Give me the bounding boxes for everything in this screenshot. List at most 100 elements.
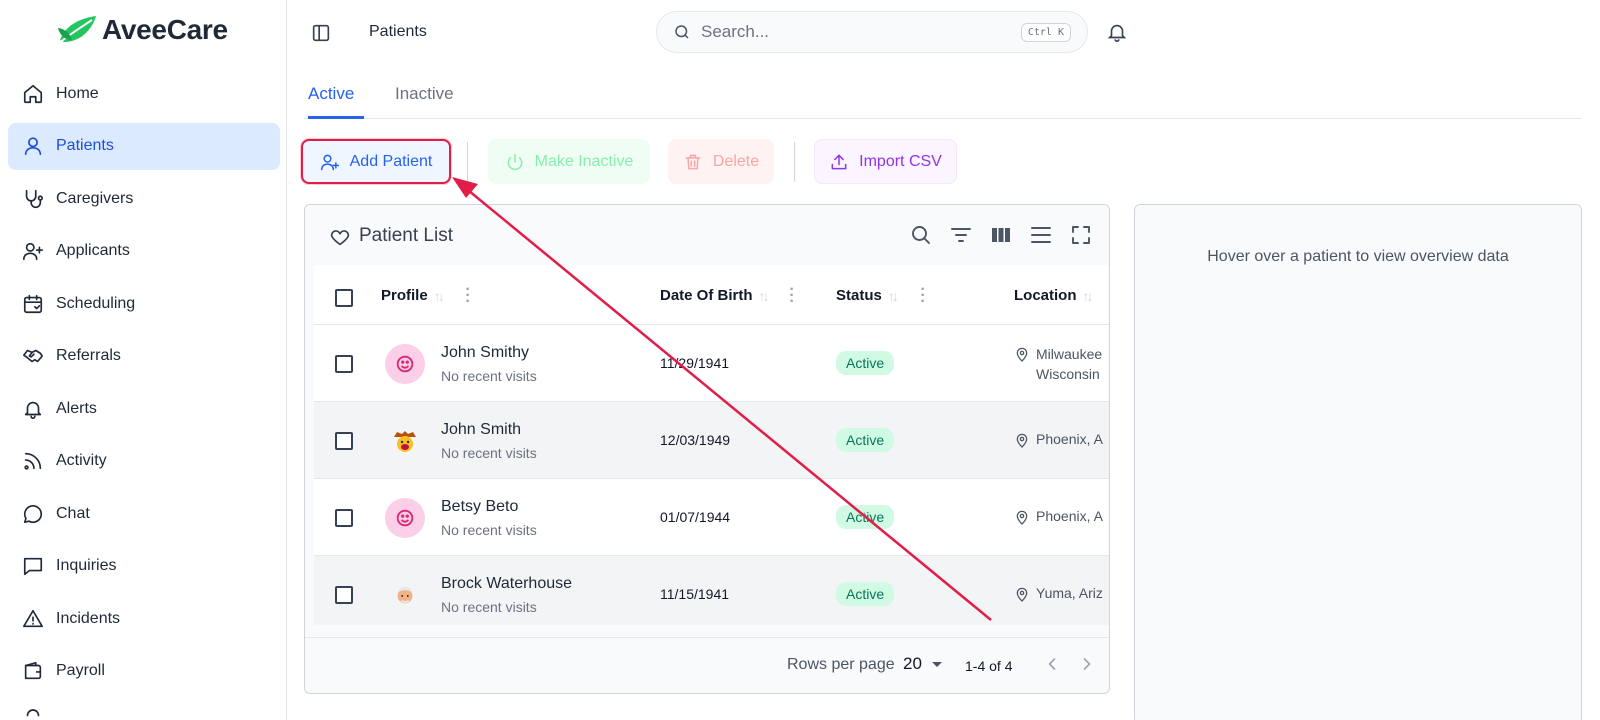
patient-visits: No recent visits xyxy=(441,522,537,538)
table-row[interactable]: Brock Waterhouse No recent visits 11/15/… xyxy=(314,556,1109,625)
filter-icon[interactable] xyxy=(949,223,973,247)
column-menu-icon[interactable]: · · · xyxy=(465,282,471,310)
column-header-profile[interactable]: Profile ↑↓ xyxy=(381,287,445,304)
table-row[interactable]: John Smithy No recent visits 11/29/1941 … xyxy=(314,325,1109,402)
add-patient-button[interactable]: Add Patient xyxy=(301,139,451,184)
partial-icon xyxy=(22,699,44,720)
sidebar-item-home[interactable]: Home xyxy=(8,70,280,117)
search-shortcut-badge: Ctrl K xyxy=(1020,23,1071,42)
patient-dob: 11/15/1941 xyxy=(660,586,730,602)
patient-dob: 01/07/1944 xyxy=(660,509,731,525)
column-label: Status xyxy=(836,287,882,304)
caret-down-icon xyxy=(931,661,942,667)
toolbar-divider xyxy=(467,142,468,182)
row-checkbox[interactable] xyxy=(335,509,353,527)
logo[interactable]: AveeCare xyxy=(56,14,228,46)
select-all-checkbox[interactable] xyxy=(335,289,353,307)
tab-inactive[interactable]: Inactive xyxy=(395,72,454,119)
upload-icon xyxy=(831,154,847,169)
location-line: Milwaukee xyxy=(1036,346,1103,362)
column-menu-icon[interactable]: · · · xyxy=(789,282,795,310)
density-icon[interactable] xyxy=(1029,223,1053,247)
sort-icon[interactable]: ↑↓ xyxy=(434,288,445,304)
column-menu-icon[interactable]: · · · xyxy=(920,282,926,310)
table-row[interactable]: John Smith No recent visits 12/03/1949 A… xyxy=(314,402,1109,479)
column-header-location[interactable]: Location ↑↓ xyxy=(1014,287,1094,304)
sidebar-toggle-icon[interactable] xyxy=(310,22,332,44)
sidebar-item-scheduling[interactable]: Scheduling xyxy=(8,280,280,327)
sidebar-item-alerts[interactable]: Alerts xyxy=(8,385,280,432)
delete-button[interactable]: Delete xyxy=(668,139,774,184)
row-checkbox[interactable] xyxy=(335,355,353,373)
calendar-icon xyxy=(22,293,44,315)
pagination-range: 1-4 of 4 xyxy=(965,658,1013,674)
rows-per-page-select[interactable]: 20 xyxy=(903,654,942,674)
sidebar-item-label: Scheduling xyxy=(56,294,136,312)
columns-icon[interactable] xyxy=(989,223,1013,247)
make-inactive-label: Make Inactive xyxy=(534,152,634,170)
card-header: Patient List xyxy=(305,205,1109,265)
map-pin-icon xyxy=(1016,587,1028,602)
map-pin-icon xyxy=(1016,433,1028,448)
trash-icon xyxy=(685,154,701,169)
prev-page-icon[interactable] xyxy=(1042,654,1062,674)
add-patient-label: Add Patient xyxy=(349,152,433,170)
row-checkbox[interactable] xyxy=(335,432,353,450)
sidebar-item-label: Alerts xyxy=(56,399,97,417)
sidebar-item-inquiries[interactable]: Inquiries xyxy=(8,543,280,590)
sort-icon[interactable]: ↑↓ xyxy=(1083,288,1094,304)
patient-overview-panel: Hover over a patient to view overview da… xyxy=(1134,204,1582,720)
sidebar-item-applicants[interactable]: Applicants xyxy=(8,228,280,275)
location-line: Phoenix, A xyxy=(1036,508,1103,524)
notifications-bell-icon[interactable] xyxy=(1106,21,1128,43)
status-badge: Active xyxy=(836,505,895,529)
patient-dob: 12/03/1949 xyxy=(660,432,731,448)
alert-triangle-icon xyxy=(22,608,44,630)
search-input[interactable]: Search... Ctrl K xyxy=(656,11,1088,53)
patient-name[interactable]: John Smith xyxy=(441,421,521,439)
patient-name[interactable]: Brock Waterhouse xyxy=(441,575,572,593)
import-csv-button[interactable]: Import CSV xyxy=(814,139,957,184)
chat-bubble-icon xyxy=(22,503,44,525)
fullscreen-icon[interactable] xyxy=(1069,223,1093,247)
sidebar-item-incidents[interactable]: Incidents xyxy=(8,595,280,642)
column-header-status[interactable]: Status ↑↓ xyxy=(836,287,899,304)
column-label: Profile xyxy=(381,287,428,304)
sidebar-item-label: Caregivers xyxy=(56,189,134,207)
wallet-icon xyxy=(22,660,44,682)
sidebar-item-cut-off[interactable] xyxy=(8,700,280,720)
tab-active[interactable]: Active xyxy=(308,72,364,119)
delete-label: Delete xyxy=(712,152,760,170)
make-inactive-button[interactable]: Make Inactive xyxy=(488,139,650,184)
sidebar-item-caregivers[interactable]: Caregivers xyxy=(8,175,280,222)
rss-icon xyxy=(22,450,44,472)
patient-location: Yuma, Ariz xyxy=(1014,585,1103,603)
status-badge: Active xyxy=(836,428,895,452)
sidebar-item-chat[interactable]: Chat xyxy=(8,490,280,537)
location-line: Wisconsin xyxy=(1036,366,1100,382)
patient-dob: 11/29/1941 xyxy=(660,355,730,371)
handshake-icon xyxy=(22,345,44,367)
sidebar-item-referrals[interactable]: Referrals xyxy=(8,333,280,380)
next-page-icon[interactable] xyxy=(1077,654,1097,674)
sidebar: AveeCare Home Patients Caregivers Applic… xyxy=(0,0,287,720)
table-row[interactable]: Betsy Beto No recent visits 01/07/1944 A… xyxy=(314,479,1109,556)
patient-name[interactable]: John Smithy xyxy=(441,344,529,362)
stethoscope-icon xyxy=(22,188,44,210)
row-checkbox[interactable] xyxy=(335,586,353,604)
sidebar-item-activity[interactable]: Activity xyxy=(8,438,280,485)
sidebar-item-label: Inquiries xyxy=(56,557,117,574)
sidebar-item-payroll[interactable]: Payroll xyxy=(8,648,280,695)
sort-icon[interactable]: ↑↓ xyxy=(888,288,899,304)
column-header-dob[interactable]: Date Of Birth ↑↓ xyxy=(660,287,770,304)
sidebar-item-patients[interactable]: Patients xyxy=(8,122,280,170)
search-placeholder: Search... xyxy=(701,22,770,41)
patient-name[interactable]: Betsy Beto xyxy=(441,498,518,516)
sort-icon[interactable]: ↑↓ xyxy=(759,288,770,304)
card-title: Patient List xyxy=(359,225,453,246)
smiley-icon xyxy=(385,498,425,538)
table-search-icon[interactable] xyxy=(909,223,933,247)
import-csv-label: Import CSV xyxy=(859,152,942,170)
search-icon xyxy=(675,25,689,39)
map-pin-icon xyxy=(1016,347,1028,362)
